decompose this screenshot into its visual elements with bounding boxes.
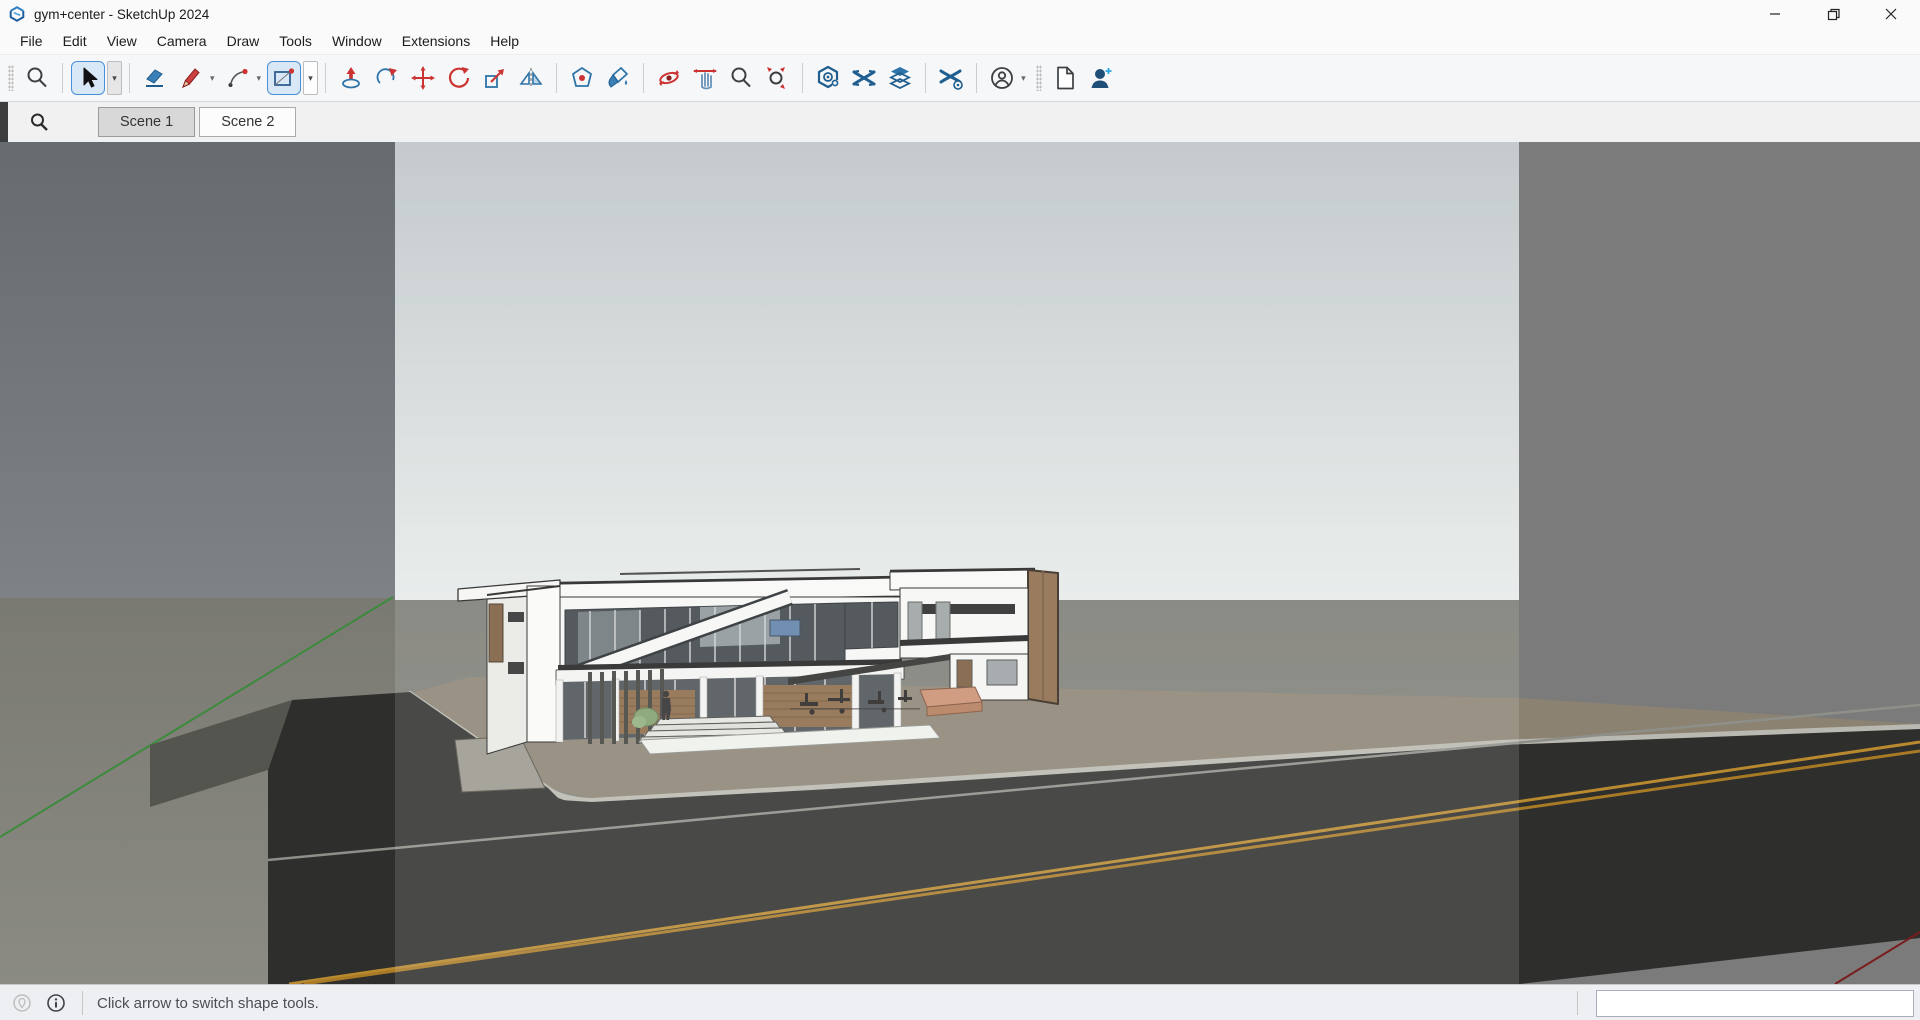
- select-tool-button[interactable]: [71, 61, 105, 95]
- menu-view[interactable]: View: [97, 30, 147, 52]
- pushpull-tool-button[interactable]: [334, 61, 368, 95]
- select-icon: [75, 65, 101, 91]
- pan-tool-button[interactable]: [688, 61, 722, 95]
- tab-scene-2[interactable]: Scene 2: [199, 107, 296, 137]
- search-icon: [24, 65, 50, 91]
- followme-tool-button[interactable]: [370, 61, 404, 95]
- rotate-tool-button[interactable]: [442, 61, 476, 95]
- warehouse-3d-icon: [815, 65, 841, 91]
- rectangle-tool-button[interactable]: [267, 61, 301, 95]
- extension-manager-button[interactable]: [934, 61, 968, 95]
- zoom-extents-tool-button[interactable]: [760, 61, 794, 95]
- menu-draw[interactable]: Draw: [217, 30, 270, 52]
- pushpull-icon: [338, 65, 364, 91]
- paint-bucket-icon: [605, 65, 631, 91]
- orbit-icon: [656, 65, 682, 91]
- flip-tool-button[interactable]: [514, 61, 548, 95]
- move-tool-button[interactable]: [406, 61, 440, 95]
- window-title: gym+center - SketchUp 2024: [34, 7, 209, 22]
- offset-tool-button[interactable]: [565, 61, 599, 95]
- model-viewport[interactable]: [0, 142, 1920, 984]
- new-file-button[interactable]: [1048, 61, 1082, 95]
- followme-icon: [374, 65, 400, 91]
- scene-search-icon[interactable]: [28, 111, 50, 133]
- toolbar-grip[interactable]: [8, 65, 14, 91]
- info-icon[interactable]: [46, 993, 66, 1013]
- restore-button[interactable]: [1804, 0, 1862, 28]
- add-person-button[interactable]: [1084, 61, 1118, 95]
- menu-edit[interactable]: Edit: [53, 30, 97, 52]
- line-dropdown[interactable]: ▾: [210, 73, 215, 84]
- offset-icon: [569, 65, 595, 91]
- paint-tool-button[interactable]: [601, 61, 635, 95]
- scene-tab-bar: Scene 1 Scene 2: [0, 102, 1920, 142]
- model-canvas[interactable]: [0, 142, 1920, 984]
- flip-icon: [518, 65, 544, 91]
- eraser-tool-button[interactable]: [138, 61, 172, 95]
- menu-help[interactable]: Help: [480, 30, 529, 52]
- orbit-tool-button[interactable]: [652, 61, 686, 95]
- menu-bar: File Edit View Camera Draw Tools Window …: [0, 28, 1920, 54]
- tags-layers-icon: [887, 65, 913, 91]
- measurements-input[interactable]: [1596, 990, 1914, 1017]
- tags-layers-button[interactable]: [883, 61, 917, 95]
- zoom-icon: [728, 65, 754, 91]
- menu-camera[interactable]: Camera: [147, 30, 217, 52]
- extension-warehouse-button[interactable]: [847, 61, 881, 95]
- sketchup-logo-icon: [8, 5, 26, 23]
- line-pencil-icon: [178, 65, 204, 91]
- backdrop-overlay-band: [395, 142, 1519, 984]
- add-person-icon: [1088, 65, 1114, 91]
- rotate-icon: [446, 65, 472, 91]
- new-file-icon: [1052, 65, 1078, 91]
- account-button[interactable]: [985, 61, 1019, 95]
- zoom-extents-icon: [764, 65, 790, 91]
- rectangle-icon: [271, 65, 297, 91]
- geolocation-icon[interactable]: [12, 993, 32, 1013]
- toolbar: ▾ ▾ ▾ ▾: [0, 54, 1920, 102]
- arc-tool-button[interactable]: [221, 61, 255, 95]
- menu-window[interactable]: Window: [322, 30, 392, 52]
- zoom-tool-button[interactable]: [724, 61, 758, 95]
- arc-icon: [225, 65, 251, 91]
- tab-scene-1[interactable]: Scene 1: [98, 107, 195, 137]
- title-bar: gym+center - SketchUp 2024: [0, 0, 1920, 28]
- warehouse-3d-button[interactable]: [811, 61, 845, 95]
- menu-tools[interactable]: Tools: [269, 30, 322, 52]
- extension-manager-icon: [938, 65, 964, 91]
- move-icon: [410, 65, 436, 91]
- extension-warehouse-icon: [851, 65, 877, 91]
- close-button[interactable]: [1862, 0, 1920, 28]
- menu-extensions[interactable]: Extensions: [392, 30, 480, 52]
- account-dropdown[interactable]: ▾: [1021, 73, 1026, 84]
- minimize-button[interactable]: [1746, 0, 1804, 28]
- menu-file[interactable]: File: [10, 30, 53, 52]
- line-tool-button[interactable]: [174, 61, 208, 95]
- select-dropdown[interactable]: ▾: [107, 61, 122, 95]
- eraser-icon: [142, 65, 168, 91]
- rectangle-dropdown[interactable]: ▾: [303, 61, 318, 95]
- status-message: Click arrow to switch shape tools.: [97, 995, 319, 1012]
- search-tool-button[interactable]: [20, 61, 54, 95]
- scale-tool-button[interactable]: [478, 61, 512, 95]
- arc-dropdown[interactable]: ▾: [257, 73, 262, 84]
- pan-icon: [692, 65, 718, 91]
- account-icon: [989, 65, 1015, 91]
- toolbar-grip-2[interactable]: [1036, 65, 1042, 91]
- viewport-left-edge: [0, 102, 8, 142]
- scale-icon: [482, 65, 508, 91]
- status-bar: Click arrow to switch shape tools.: [0, 984, 1920, 1020]
